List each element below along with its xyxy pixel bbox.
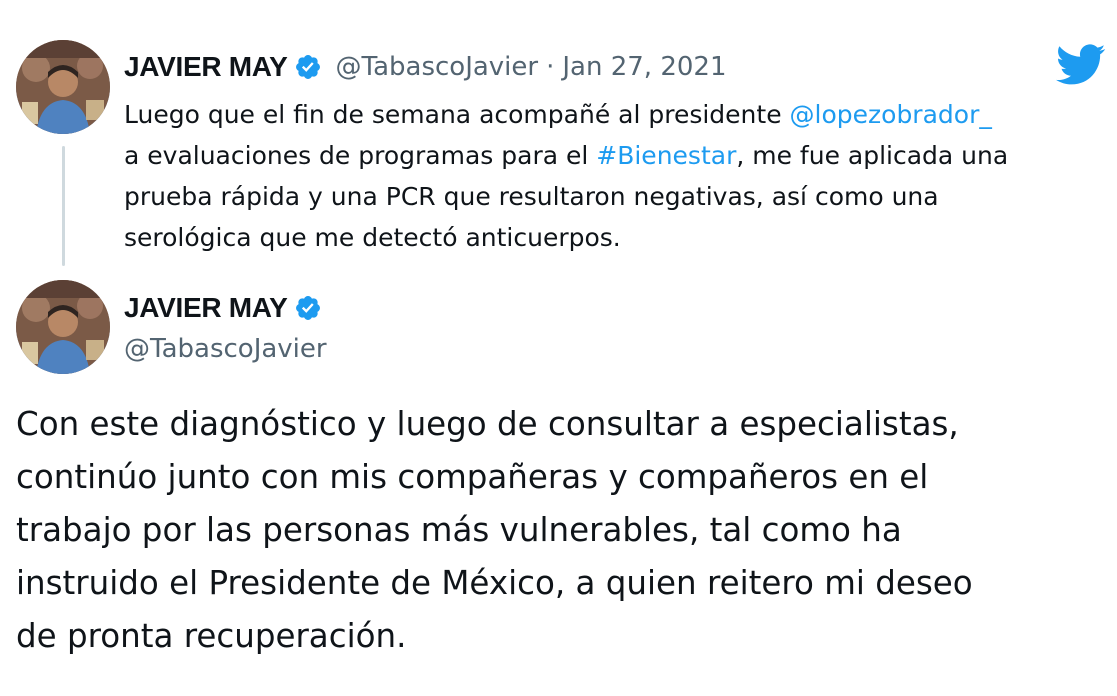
tweet-text-line: continúo junto con mis compañeras y comp… <box>16 458 929 496</box>
avatar-photo <box>16 40 110 134</box>
tweet-text-line: serológica que me detectó anticuerpos. <box>124 223 621 252</box>
tweet-text-line: a evaluaciones de programas para el #Bie… <box>124 135 1104 176</box>
mention-link[interactable]: @lopezobrador_ <box>790 100 992 129</box>
author-handle[interactable]: @TabascoJavier <box>336 52 539 82</box>
tweet-thread: JAVIER MAY @TabascoJavier · Jan 27, 2021… <box>0 0 1117 696</box>
tweet-text-line: trabajo por las personas más vulnerables… <box>16 511 902 549</box>
thread-connector-line <box>62 146 65 266</box>
avatar[interactable] <box>16 40 110 134</box>
tweet-text-line: prueba rápida y una PCR que resultaron n… <box>124 182 939 211</box>
tweet-text-line: de pronta recuperación. <box>16 617 407 655</box>
tweet-text-line: Luego que el fin de semana acompañé al p… <box>124 94 1104 135</box>
author-handle[interactable]: @TabascoJavier <box>124 334 327 364</box>
author-name[interactable]: JAVIER MAY <box>124 51 288 83</box>
reply-tweet-header: JAVIER MAY @TabascoJavier · Jan 27, 2021 <box>124 44 726 90</box>
text-segment: , me fue aplicada una <box>736 141 1009 170</box>
hashtag-link[interactable]: #Bienestar <box>596 141 736 170</box>
tweet-text-line: Con este diagnóstico y luego de consulta… <box>16 405 959 443</box>
twitter-bird-icon[interactable] <box>1056 44 1106 86</box>
main-tweet-header: JAVIER MAY @TabascoJavier <box>124 288 327 364</box>
tweet-date[interactable]: Jan 27, 2021 <box>562 52 726 82</box>
author-name[interactable]: JAVIER MAY <box>124 292 288 324</box>
avatar[interactable] <box>16 280 110 374</box>
tweet-text-line: instruido el Presidente de México, a qui… <box>16 564 973 602</box>
avatar-photo <box>16 280 110 374</box>
author-name-row: JAVIER MAY <box>124 288 327 328</box>
separator-dot: · <box>546 52 555 82</box>
verified-badge-icon <box>294 294 322 322</box>
text-segment: a evaluaciones de programas para el <box>124 141 597 170</box>
text-segment: Luego que el fin de semana acompañé al p… <box>124 100 790 129</box>
verified-badge-icon <box>294 53 322 81</box>
main-tweet-text: Con este diagnóstico y luego de consulta… <box>16 398 1106 663</box>
reply-tweet-text: Luego que el fin de semana acompañé al p… <box>124 94 1104 258</box>
